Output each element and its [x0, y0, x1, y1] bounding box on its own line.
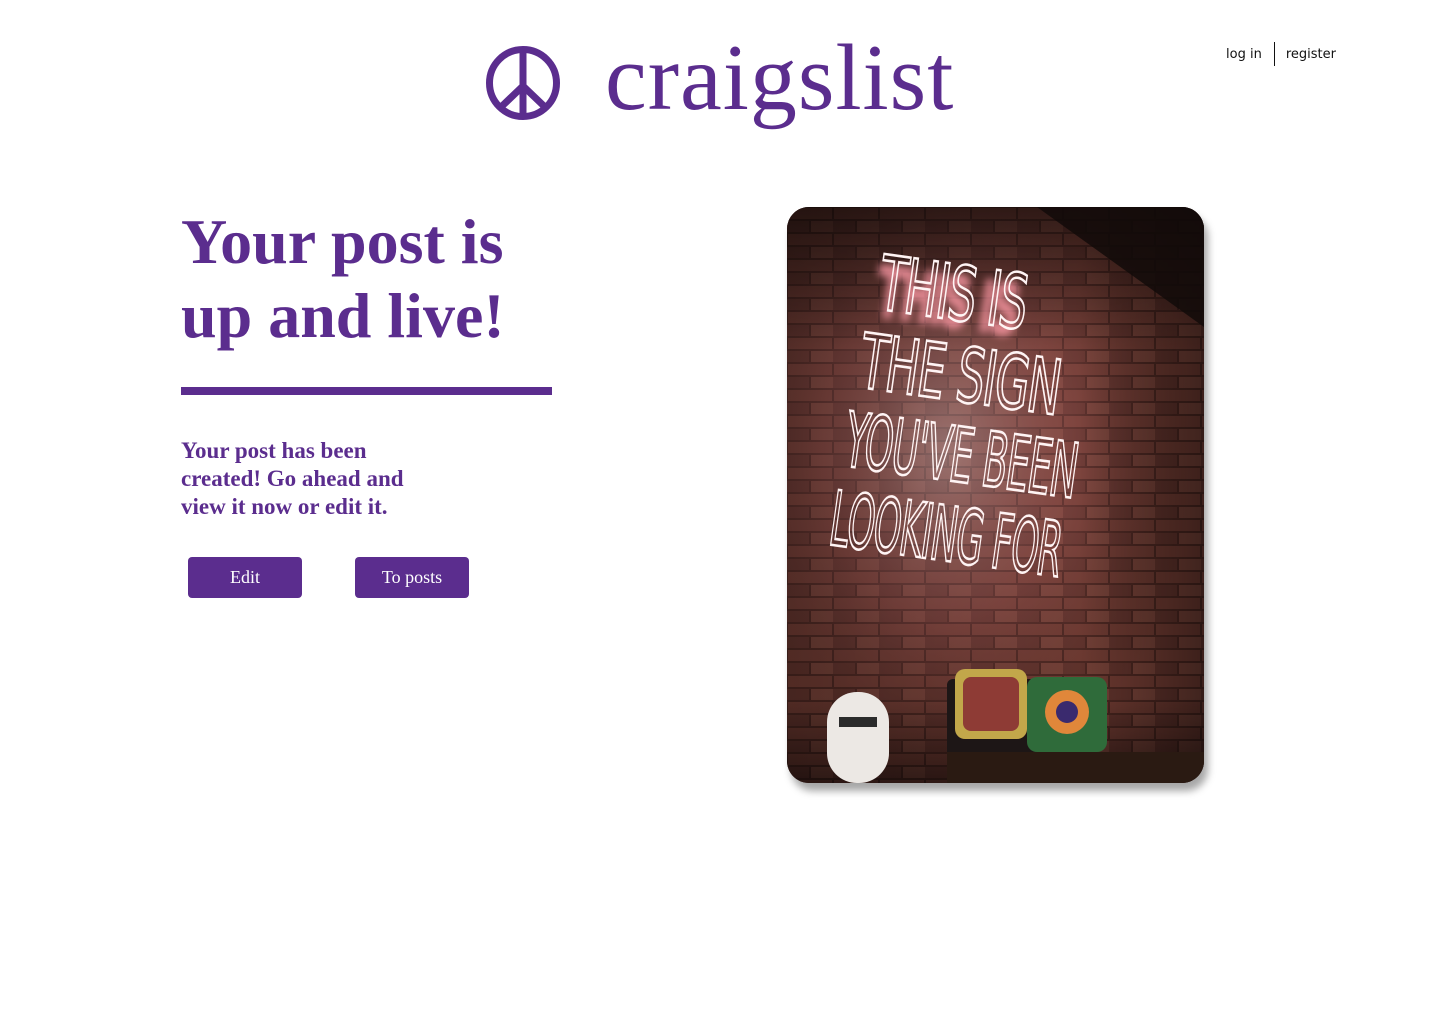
brand-logo-text[interactable]: craigslist: [605, 22, 954, 135]
to-posts-button[interactable]: To posts: [355, 557, 469, 598]
page-title-line-1: Your post is: [181, 206, 504, 277]
neon-sign-photo: THIS IS THIS IS THE SIGN YOU'VE BEEN LOO…: [787, 207, 1204, 783]
page-title-line-2: up and live!: [181, 280, 505, 351]
page: craigslist log in register Your post is …: [0, 0, 1440, 1024]
confirmation-message: Your post has been created! Go ahead and…: [181, 438, 404, 519]
page-title: Your post is up and live!: [181, 205, 601, 353]
divider: [1273, 42, 1275, 66]
edit-button[interactable]: Edit: [188, 557, 302, 598]
divider-bar: [181, 387, 552, 395]
register-link[interactable]: register: [1286, 47, 1336, 62]
login-link[interactable]: log in: [1226, 47, 1262, 62]
peace-icon[interactable]: [484, 44, 562, 122]
auth-links: log in register: [1226, 42, 1336, 66]
